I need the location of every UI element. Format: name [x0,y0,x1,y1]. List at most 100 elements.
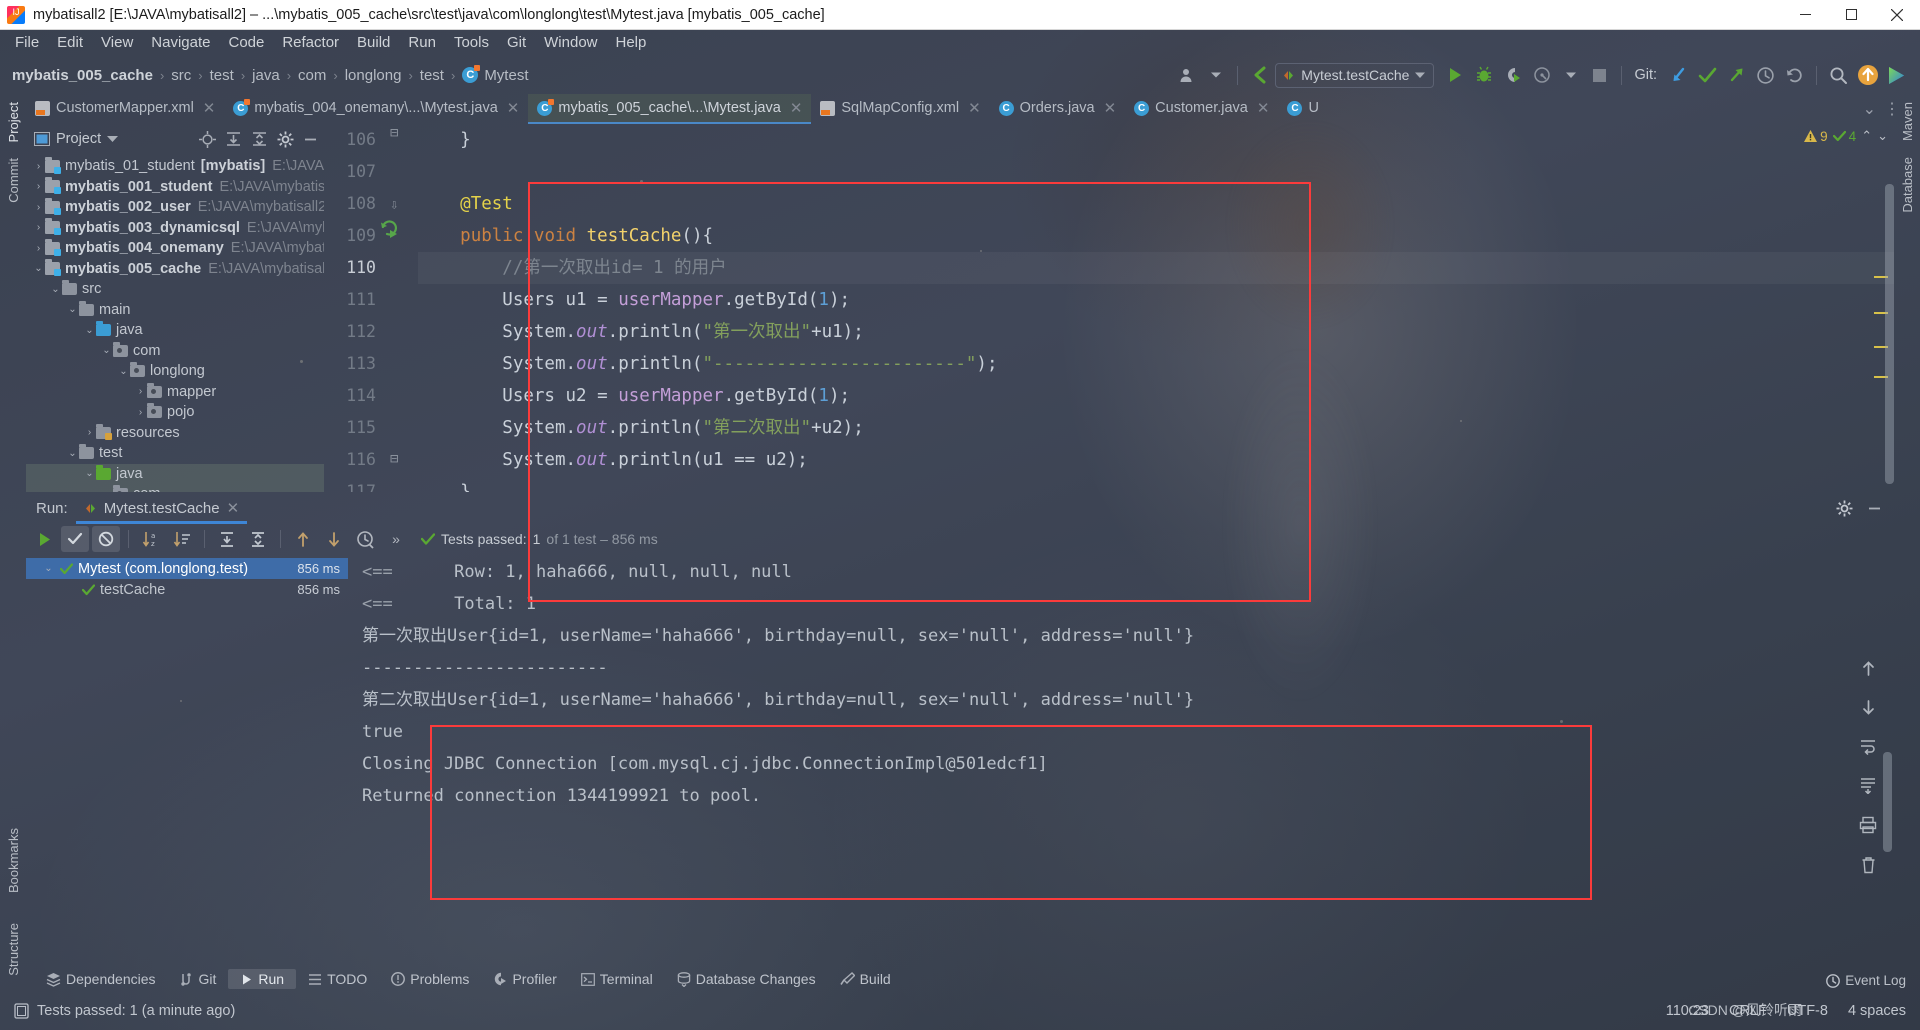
close-icon[interactable]: ✕ [968,99,981,117]
tab-mybatis-004-mytest-java[interactable]: C mybatis_004_onemany\...\Mytest.java ✕ [224,94,528,124]
chevron-down-icon[interactable]: ⌄ [100,345,113,356]
code-line[interactable]: Users u2 = userMapper.getById(1); [418,380,1894,412]
editor-code-area[interactable]: } @Test public void testCache(){ //第一次取出… [418,124,1894,492]
expand-all-icon[interactable] [213,526,241,552]
print-icon[interactable] [1859,816,1877,834]
code-line[interactable]: System.out.println("第二次取出"+u2); [418,412,1894,444]
chevron-right-icon[interactable]: › [83,427,96,438]
more-icon[interactable]: » [382,526,410,552]
tree-node-longlong[interactable]: ⌄ longlong [26,361,324,382]
scroll-to-end-icon[interactable] [1859,777,1877,794]
chevron-down-icon[interactable]: ⌄ [1877,128,1888,144]
run-icon[interactable] [1441,62,1468,89]
close-icon[interactable]: ✕ [203,99,216,117]
history-icon[interactable] [1752,62,1779,89]
hide-ignored-toggle[interactable] [92,526,120,552]
chevron-down-icon[interactable]: ⌄ [42,563,55,574]
gutter-line-number[interactable]: 116 [324,444,384,476]
tree-node-main[interactable]: ⌄ main [26,300,324,321]
event-log-widget[interactable]: Event Log [1826,973,1906,988]
bottom-tab-problems[interactable]: Problems [379,969,481,989]
tree-node-java[interactable]: ⌄ java [26,463,324,484]
tree-node-mybatis_001_student[interactable]: › mybatis_001_student E:\JAVA\mybatisall2\ [26,177,324,198]
tab-orders-java[interactable]: C Orders.java ✕ [990,94,1126,124]
breadcrumb-item-6[interactable]: test [420,67,444,84]
sidebar-item-project[interactable]: Project [4,94,23,150]
bottom-tab-run[interactable]: Run [228,969,297,989]
chevron-down-icon[interactable]: ⌄ [83,325,96,336]
test-results-tree[interactable]: ⌄ Mytest (com.longlong.test) 856 ms testCac… [26,554,348,982]
close-icon[interactable]: ✕ [507,99,520,117]
git-commit-icon[interactable] [1694,62,1721,89]
expand-all-icon[interactable] [225,131,242,148]
bottom-tab-database-changes[interactable]: Database Changes [665,969,828,989]
tree-node-mybatis_002_user[interactable]: › mybatis_002_user E:\JAVA\mybatisall2\ [26,197,324,218]
tab-customer-java[interactable]: C Customer.java ✕ [1125,94,1278,124]
code-line[interactable]: System.out.println("--------------------… [418,348,1894,380]
code-line[interactable]: } [418,476,1894,492]
code-line[interactable]: public void testCache(){ [418,220,1894,252]
bottom-tab-dependencies[interactable]: Dependencies [34,969,168,989]
chevron-up-icon[interactable]: ⌃ [1861,128,1872,144]
scroll-up-icon[interactable] [1860,660,1877,677]
gutter-line-number[interactable]: 106 [324,124,384,156]
menu-run[interactable]: Run [399,32,445,54]
chevron-right-icon[interactable]: › [32,181,45,192]
tab-mybatis-005-mytest-java[interactable]: C mybatis_005_cache\...\Mytest.java ✕ [528,94,812,124]
sidebar-item-database[interactable]: Database [1898,149,1917,221]
chevron-down-icon[interactable]: ⌄ [66,448,79,459]
profile-icon[interactable] [1173,62,1200,89]
menu-edit[interactable]: Edit [48,32,92,54]
chevron-down-icon[interactable]: ⌄ [66,304,79,315]
tree-node-test[interactable]: ⌄ test [26,443,324,464]
breadcrumb-item-0[interactable]: mybatis_005_cache [12,67,153,84]
rollback-icon[interactable] [1781,62,1808,89]
scroll-down-icon[interactable] [1860,699,1877,716]
gutter-line-number[interactable]: 115 [324,412,384,444]
menu-navigate[interactable]: Navigate [142,32,219,54]
menu-file[interactable]: File [6,32,48,54]
close-icon[interactable]: ✕ [1104,99,1117,117]
chevron-down-icon[interactable] [107,135,119,143]
chevron-down-icon[interactable]: ⌄ [32,263,45,274]
tree-node-com[interactable]: ⌄com [26,484,324,492]
menu-window[interactable]: Window [535,32,606,54]
close-icon[interactable]: ✕ [790,99,803,117]
gutter-line-number[interactable]: 109 [324,220,384,252]
tab-customermapper-xml[interactable]: CustomerMapper.xml ✕ [26,94,224,124]
chevron-down-icon[interactable]: ⌄ [1863,99,1876,119]
chevron-down-icon[interactable] [1557,62,1584,89]
tree-node-mapper[interactable]: › mapper [26,382,324,403]
menu-git[interactable]: Git [498,32,535,54]
inspection-ok-count[interactable]: 4 [1832,129,1856,144]
code-line[interactable]: } [418,124,1894,156]
run-tab-mytest-testcache[interactable]: Mytest.testCache ✕ [75,492,248,524]
menu-tools[interactable]: Tools [445,32,498,54]
editor-gutter[interactable]: 106107108109110111112113114115116117118 [324,124,384,492]
gutter-line-number[interactable]: 107 [324,156,384,188]
breadcrumb-item-7[interactable]: Mytest [484,67,528,84]
bottom-tab-git[interactable]: Git [168,969,229,989]
chevron-down-icon[interactable]: ⌄ [83,468,96,479]
chevron-right-icon[interactable]: › [32,243,45,254]
warning-count[interactable]: 9 [1804,129,1828,144]
chevron-down-icon[interactable] [1202,62,1229,89]
git-update-icon[interactable] [1665,62,1692,89]
git-push-icon[interactable] [1723,62,1750,89]
code-fold-marker[interactable]: ⊟ [390,451,398,467]
soft-wrap-icon[interactable] [1859,738,1877,755]
tab-u-java[interactable]: C U [1278,94,1327,124]
menu-help[interactable]: Help [607,32,656,54]
sidebar-item-bookmarks[interactable]: Bookmarks [4,820,23,901]
bottom-tab-profiler[interactable]: Profiler [481,969,568,989]
maximize-button[interactable] [1828,0,1874,30]
rerun-icon[interactable] [30,526,58,552]
gutter-line-number[interactable]: 113 [324,348,384,380]
close-icon[interactable]: ✕ [1257,99,1270,117]
indent-setting[interactable]: 4 spaces [1848,1003,1906,1019]
chevron-right-icon[interactable]: › [134,386,147,397]
run-configuration-selector[interactable]: Mytest.testCache [1275,62,1435,88]
next-failed-icon[interactable] [320,526,348,552]
bottom-tab-terminal[interactable]: Terminal [569,969,665,989]
tree-node-mybatis_003_dynamicsql[interactable]: › mybatis_003_dynamicsql E:\JAVA\mybatis [26,218,324,239]
